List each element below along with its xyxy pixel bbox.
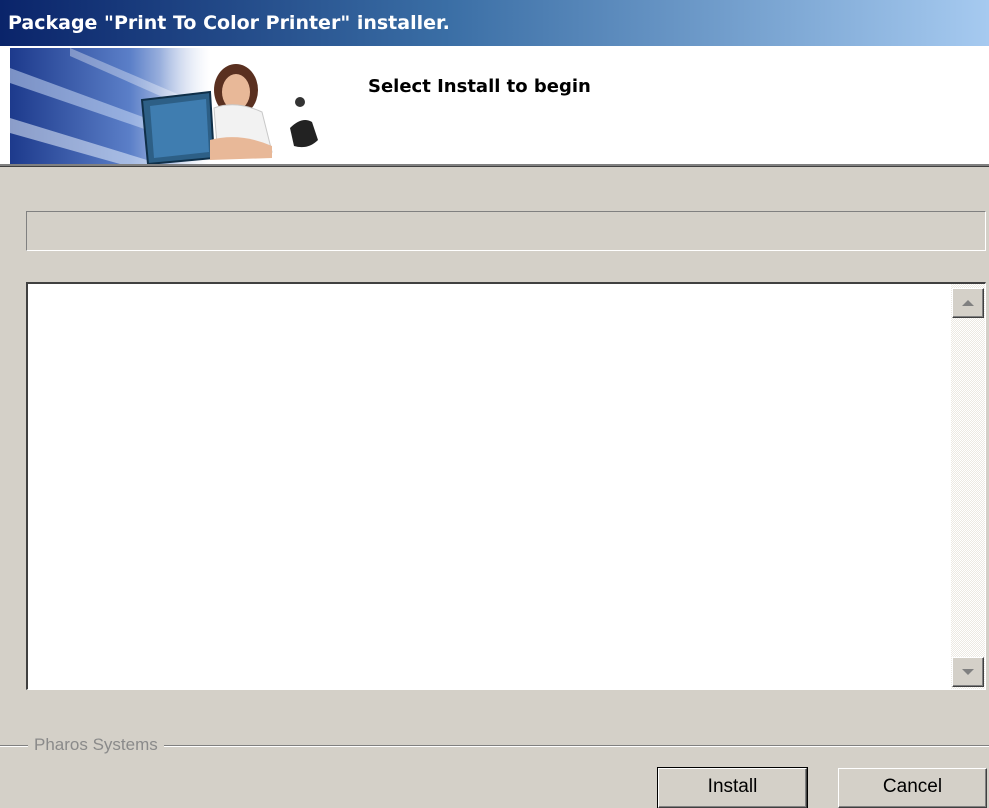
log-textarea[interactable] <box>26 282 986 690</box>
banner-divider <box>0 164 989 167</box>
banner-image <box>10 48 340 164</box>
footer-group-label: Pharos Systems <box>28 735 164 755</box>
install-button[interactable]: Install <box>657 767 808 808</box>
log-text <box>34 288 945 685</box>
scroll-up-button[interactable] <box>952 288 984 318</box>
instruction-text: Select Install to begin <box>368 76 591 97</box>
scroll-down-button[interactable] <box>952 657 984 687</box>
cancel-button[interactable]: Cancel <box>838 768 987 808</box>
window-title-bar[interactable]: Package "Print To Color Printer" install… <box>0 0 989 46</box>
window-title: Package "Print To Color Printer" install… <box>8 12 450 34</box>
arrow-up-icon <box>962 300 974 306</box>
vertical-scrollbar[interactable] <box>951 284 985 689</box>
arrow-down-icon <box>962 669 974 675</box>
progress-bar <box>26 211 986 251</box>
